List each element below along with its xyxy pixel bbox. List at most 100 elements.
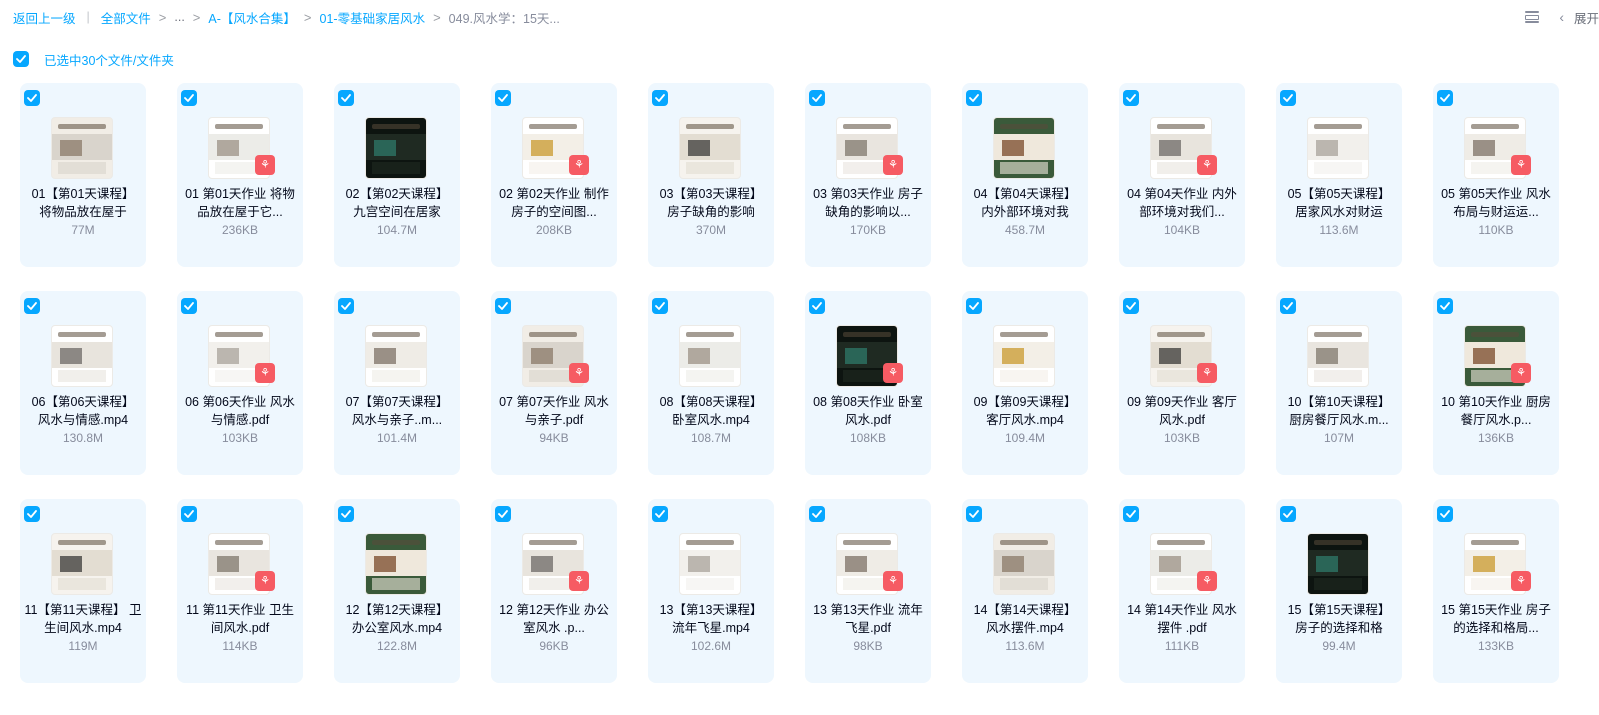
file-checkbox[interactable]	[495, 506, 511, 522]
file-name: 07【第07天课程】 风水与亲子..m...	[345, 395, 449, 427]
checkmark-icon	[1126, 302, 1136, 310]
file-card[interactable]: 06【第06天课程】 风水与情感.mp4 130.8M	[20, 291, 146, 475]
file-size: 119M	[68, 639, 98, 653]
file-checkbox[interactable]	[1437, 90, 1453, 106]
file-checkbox[interactable]	[809, 506, 825, 522]
file-card[interactable]: ⚘ 12 第12天作业 办公室风水 .p... 96KB	[491, 499, 617, 683]
file-name: 14【第14天课程】 风水摆件.mp4	[973, 603, 1077, 635]
file-size: 458.7M	[1004, 223, 1046, 237]
file-card[interactable]: ⚘ 03 第03天作业 房子缺角的影响以... 170KB	[805, 83, 931, 267]
file-checkbox[interactable]	[24, 298, 40, 314]
file-checkbox[interactable]	[181, 90, 197, 106]
video-thumbnail	[679, 533, 741, 595]
expand-button[interactable]: 展开	[1574, 8, 1599, 27]
file-card[interactable]: ⚘ 02 第02天作业 制作房子的空间图... 208KB	[491, 83, 617, 267]
file-card[interactable]: ⚘ 11 第11天作业 卫生间风水.pdf 114KB	[177, 499, 303, 683]
file-name: 04 第04天作业 内外部环境对我们...	[1127, 187, 1237, 219]
file-card[interactable]: ⚘ 09 第09天作业 客厅风水.pdf 103KB	[1119, 291, 1245, 475]
file-card[interactable]: ⚘ 14 第14天作业 风水摆件 .pdf 111KB	[1119, 499, 1245, 683]
file-card[interactable]: 04【第04天课程】 内外部环境对我 458.7M	[962, 83, 1088, 267]
file-card[interactable]: 13【第13天课程】 流年飞星.mp4 102.6M	[648, 499, 774, 683]
breadcrumb-current: 049.风水学：15天...	[448, 11, 560, 26]
file-size: 113.6M	[1319, 223, 1359, 237]
file-name: 11【第11天课程】 卫生间风水.mp4	[24, 603, 142, 635]
file-card[interactable]: ⚘ 05 第05天作业 风水布局与财运运... 110KB	[1433, 83, 1559, 267]
file-checkbox[interactable]	[1280, 506, 1296, 522]
file-card[interactable]: ⚘ 08 第08天作业 卧室风水.pdf 108KB	[805, 291, 931, 475]
select-all-checkbox[interactable]	[13, 51, 29, 67]
video-thumbnail	[1307, 325, 1369, 387]
file-name: 14 第14天作业 风水摆件 .pdf	[1127, 603, 1237, 635]
file-checkbox[interactable]	[24, 90, 40, 106]
file-card[interactable]: 07【第07天课程】 风水与亲子..m... 101.4M	[334, 291, 460, 475]
breadcrumb-ellipsis[interactable]: ...	[174, 10, 184, 24]
file-checkbox[interactable]	[1123, 90, 1139, 106]
file-card[interactable]: 08【第08天课程】 卧室风水.mp4 108.7M	[648, 291, 774, 475]
file-card[interactable]: ⚘ 06 第06天作业 风水与情感.pdf 103KB	[177, 291, 303, 475]
file-card[interactable]: ⚘ 13 第13天作业 流年飞星.pdf 98KB	[805, 499, 931, 683]
breadcrumb-level1[interactable]: A-【风水合集】	[208, 8, 296, 27]
file-checkbox[interactable]	[24, 506, 40, 522]
file-card[interactable]: ⚘ 07 第07天作业 风水与亲子.pdf 94KB	[491, 291, 617, 475]
file-checkbox[interactable]	[652, 90, 668, 106]
file-size: 111KB	[1164, 639, 1200, 653]
file-checkbox[interactable]	[1437, 506, 1453, 522]
checkmark-icon	[1126, 510, 1136, 518]
file-size: 113.6M	[1005, 639, 1045, 653]
file-checkbox[interactable]	[181, 506, 197, 522]
pdf-icon: ⚘	[883, 155, 903, 175]
file-checkbox[interactable]	[1280, 298, 1296, 314]
file-checkbox[interactable]	[1123, 298, 1139, 314]
file-card[interactable]: 14【第14天课程】 风水摆件.mp4 113.6M	[962, 499, 1088, 683]
file-checkbox[interactable]	[338, 506, 354, 522]
checkmark-icon	[1440, 94, 1450, 102]
file-checkbox[interactable]	[966, 506, 982, 522]
file-size: 109.4M	[1004, 431, 1046, 445]
breadcrumb-level2[interactable]: 01-零基础家居风水	[320, 8, 426, 27]
file-card[interactable]: 05【第05天课程】 居家风水对财运 113.6M	[1276, 83, 1402, 267]
file-checkbox[interactable]	[495, 298, 511, 314]
breadcrumb-all-files[interactable]: 全部文件	[101, 8, 151, 27]
file-card[interactable]: ⚘ 04 第04天作业 内外部环境对我们... 104KB	[1119, 83, 1245, 267]
file-card[interactable]: 11【第11天课程】 卫生间风水.mp4 119M	[20, 499, 146, 683]
file-name: 05 第05天作业 风水布局与财运运...	[1441, 187, 1551, 219]
file-name: 11 第11天作业 卫生间风水.pdf	[186, 603, 294, 635]
file-checkbox[interactable]	[495, 90, 511, 106]
list-view-icon[interactable]	[1525, 11, 1540, 23]
file-checkbox[interactable]	[338, 90, 354, 106]
file-card[interactable]: ⚘ 01 第01天作业 将物品放在屋于它... 236KB	[177, 83, 303, 267]
file-size: 108.7M	[690, 431, 732, 445]
file-size: 103KB	[1163, 431, 1201, 445]
file-card[interactable]: ⚘ 15 第15天作业 房子的选择和格局... 133KB	[1433, 499, 1559, 683]
file-checkbox[interactable]	[338, 298, 354, 314]
file-card[interactable]: 15【第15天课程】 房子的选择和格 99.4M	[1276, 499, 1402, 683]
file-name: 06 第06天作业 风水与情感.pdf	[185, 395, 295, 427]
checkmark-icon	[184, 302, 194, 310]
file-checkbox[interactable]	[1123, 506, 1139, 522]
file-card[interactable]: 01【第01天课程】 将物品放在屋于 77M	[20, 83, 146, 267]
file-name: 15【第15天课程】 房子的选择和格	[1287, 603, 1391, 635]
file-card[interactable]: 10【第10天课程】 厨房餐厅风水.m... 107M	[1276, 291, 1402, 475]
file-card[interactable]: 02【第02天课程】 九宫空间在居家 104.7M	[334, 83, 460, 267]
file-size: 77M	[71, 223, 95, 237]
file-checkbox[interactable]	[1280, 90, 1296, 106]
file-checkbox[interactable]	[652, 506, 668, 522]
file-checkbox[interactable]	[1437, 298, 1453, 314]
file-card[interactable]: 09【第09天课程】 客厅风水.mp4 109.4M	[962, 291, 1088, 475]
file-card[interactable]: 12【第12天课程】 办公室风水.mp4 122.8M	[334, 499, 460, 683]
file-name: 13【第13天课程】 流年飞星.mp4	[659, 603, 763, 635]
file-card[interactable]: ⚘ 10 第10天作业 厨房餐厅风水.p... 136KB	[1433, 291, 1559, 475]
file-size: 236KB	[221, 223, 259, 237]
file-checkbox[interactable]	[809, 298, 825, 314]
file-checkbox[interactable]	[809, 90, 825, 106]
file-checkbox[interactable]	[966, 298, 982, 314]
file-checkbox[interactable]	[652, 298, 668, 314]
back-link[interactable]: 返回上一级	[13, 8, 76, 27]
file-checkbox[interactable]	[966, 90, 982, 106]
checkmark-icon	[184, 94, 194, 102]
checkmark-icon	[812, 302, 822, 310]
video-thumbnail	[51, 325, 113, 387]
chevron-left-icon[interactable]: ‹	[1559, 9, 1564, 25]
file-checkbox[interactable]	[181, 298, 197, 314]
file-card[interactable]: 03【第03天课程】 房子缺角的影响 370M	[648, 83, 774, 267]
